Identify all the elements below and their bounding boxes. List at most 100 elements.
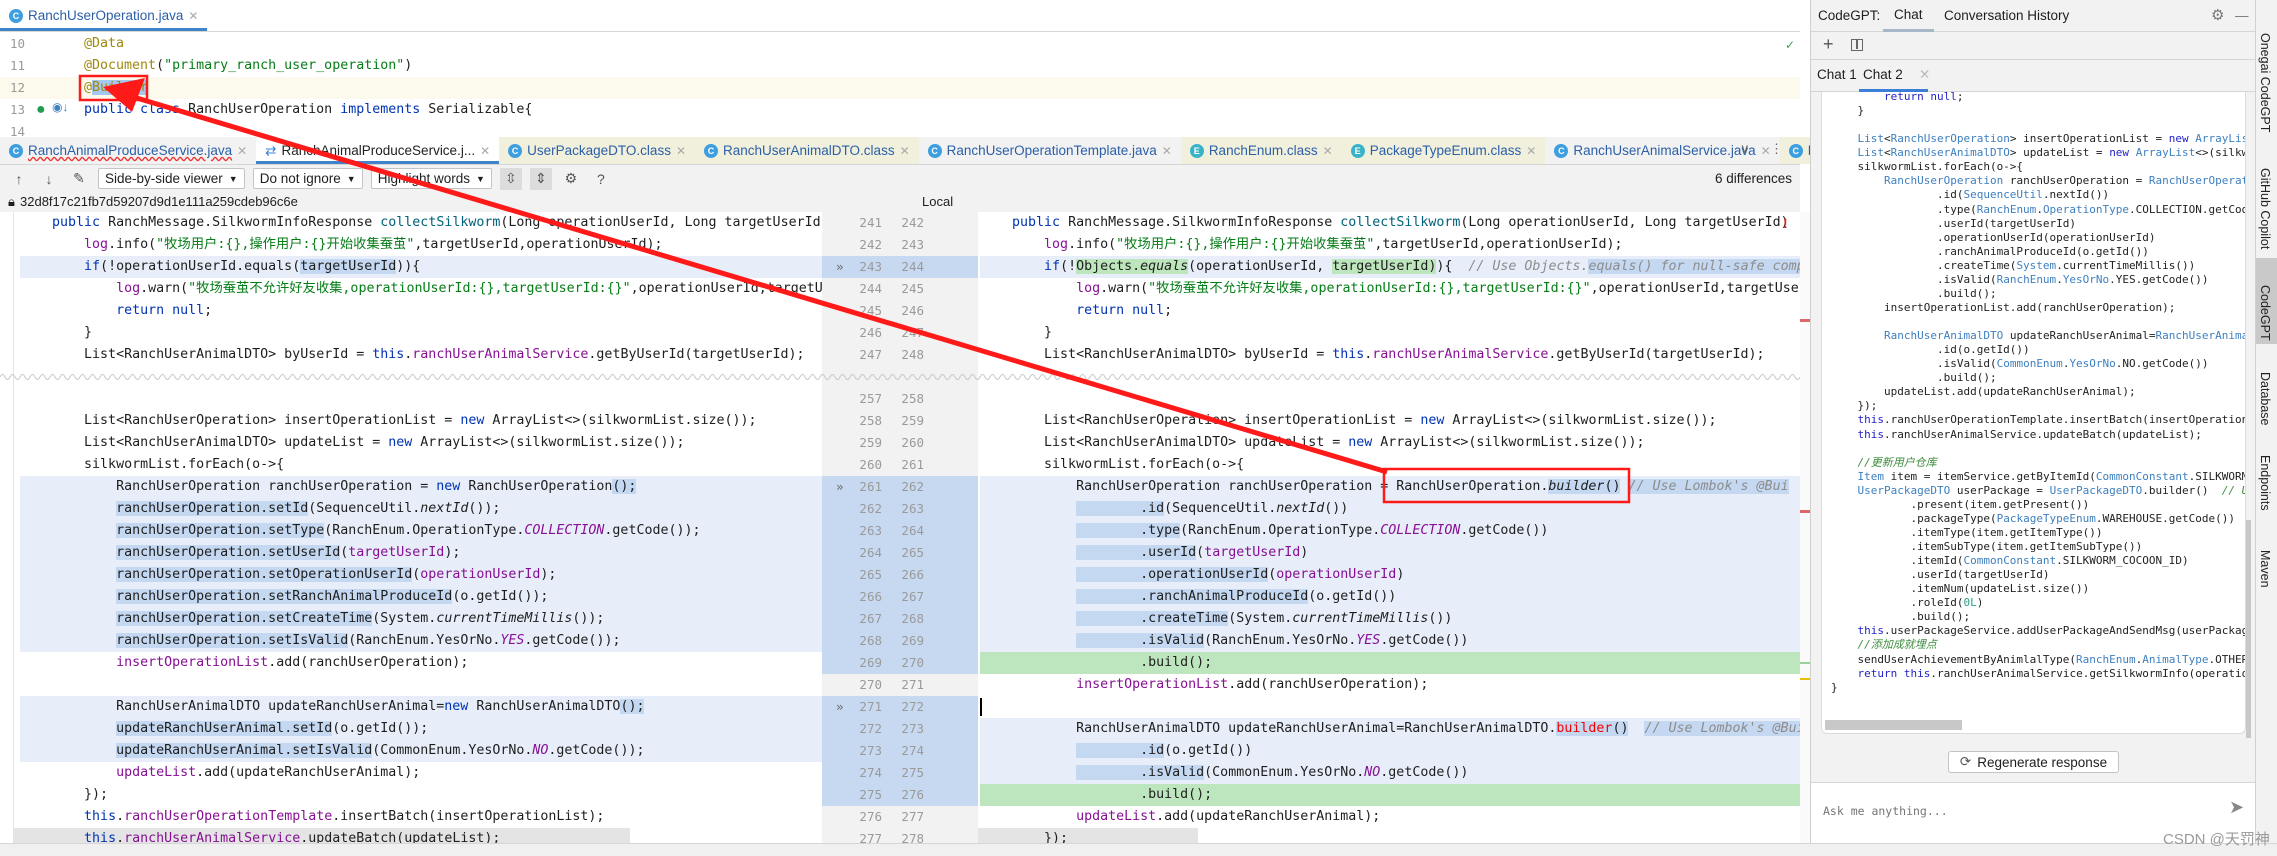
code-line[interactable]: ranchUserOperation.setUserId(targetUserI… (20, 542, 822, 564)
code-line[interactable]: .id(SequenceUtil.nextId()) (980, 498, 1800, 520)
split-view-icon[interactable] (1851, 39, 1863, 51)
code-line[interactable]: if(!operationUserId.equals(targetUserId)… (20, 256, 822, 278)
close-tab-icon[interactable]: ✕ (188, 9, 198, 23)
code-line[interactable]: public class RanchUserOperation implemen… (84, 99, 532, 121)
editor-tab[interactable]: C RanchAnimalProduceService.java ✕ (0, 137, 256, 164)
code-line[interactable]: .type(RanchEnum.OperationType.COLLECTION… (980, 520, 1800, 542)
code-line[interactable]: RanchUserAnimalDTO updateRanchUserAnimal… (20, 696, 822, 718)
settings-gear-icon[interactable]: ⚙ (560, 168, 582, 190)
code-line[interactable]: silkwormList.forEach(o->{ (980, 454, 1800, 476)
code-line[interactable]: insertOperationList.add(ranchUserOperati… (20, 652, 822, 674)
code-line[interactable]: public RanchMessage.SilkwormInfoResponse… (20, 212, 822, 234)
more-icon[interactable]: ⋮ (1770, 141, 1783, 157)
folded-region-separator[interactable] (0, 366, 1800, 388)
chat-input[interactable] (1823, 801, 2203, 821)
code-line[interactable]: log.warn("牧场蚕茧不允许好友收集,operationUserId:{}… (980, 278, 1800, 300)
tab-conversation-history[interactable]: Conversation History (1944, 0, 2069, 32)
right-diff-pane[interactable]: public RanchMessage.SilkwormInfoResponse… (978, 212, 1800, 843)
code-line[interactable] (980, 388, 1800, 410)
code-line[interactable]: List<RanchUserAnimalDTO> byUserId = this… (20, 344, 822, 366)
code-line[interactable] (20, 388, 822, 410)
code-line[interactable]: }); (20, 784, 822, 806)
editor-tab[interactable]: C UserPackageDTO.class ✕ (499, 137, 696, 164)
editor-tab[interactable]: C RanchUserAnimalDTO.class ✕ (695, 137, 919, 164)
ignore-select[interactable]: Do not ignore ▼ (252, 168, 363, 189)
code-line[interactable]: ranchUserOperation.setIsValid(RanchEnum.… (20, 630, 822, 652)
apply-change-icon[interactable]: » (836, 476, 844, 498)
code-line[interactable] (20, 674, 822, 696)
code-line[interactable]: List<RanchUserAnimalDTO> updateList = ne… (20, 432, 822, 454)
code-line[interactable]: .build(); (980, 784, 1800, 806)
close-tab-icon[interactable]: ✕ (676, 144, 686, 158)
code-line[interactable]: ranchUserOperation.setId(SequenceUtil.ne… (20, 498, 822, 520)
help-button[interactable]: ? (590, 168, 612, 190)
code-line[interactable]: List<RanchUserAnimalDTO> byUserId = this… (980, 344, 1800, 366)
session-tab-chat-2[interactable]: Chat 2 (1859, 60, 1928, 92)
editor-tab[interactable]: ⇄ RanchAnimalProduceService.j... ✕ (256, 137, 500, 164)
edit-source-icon[interactable]: ✎ (68, 168, 90, 190)
previous-difference-icon[interactable]: ↑ (8, 168, 30, 190)
close-tab-icon[interactable]: ✕ (1526, 144, 1536, 158)
inspection-ok-icon[interactable]: ✓ (1785, 38, 1795, 52)
code-line[interactable]: @Document("primary_ranch_user_operation"… (84, 55, 412, 77)
code-line[interactable]: .id(o.getId()) (980, 740, 1800, 762)
code-line[interactable]: RanchUserAnimalDTO updateRanchUserAnimal… (980, 718, 1800, 740)
horizontal-scrollbar[interactable] (1825, 720, 1962, 730)
code-line[interactable]: .isValid(RanchEnum.YesOrNo.YES.getCode()… (980, 630, 1800, 652)
close-tab-icon[interactable]: ✕ (480, 144, 490, 158)
code-line[interactable]: } (980, 322, 1800, 344)
editor-tab[interactable]: E RanchEnum.class ✕ (1180, 137, 1342, 164)
tool-maven[interactable]: Maven (2258, 550, 2272, 588)
code-line[interactable]: .operationUserId(operationUserId) (980, 564, 1800, 586)
code-line[interactable]: .build(); (980, 652, 1800, 674)
code-line[interactable]: ranchUserOperation.setType(RanchEnum.Ope… (20, 520, 822, 542)
new-chat-plus-icon[interactable]: + (1823, 34, 1834, 55)
next-difference-icon[interactable]: ↓ (38, 168, 60, 190)
code-line[interactable]: public RanchMessage.SilkwormInfoResponse… (980, 212, 1800, 234)
code-line[interactable]: .userId(targetUserId) (980, 542, 1800, 564)
code-line[interactable]: return null; (980, 300, 1800, 322)
code-line[interactable]: RanchUserOperation ranchUserOperation = … (20, 476, 822, 498)
tool-onegai-codegpt[interactable]: Onegai CodeGPT (2258, 33, 2272, 132)
code-line[interactable]: log.warn("牧场蚕茧不允许好友收集,operationUserId:{}… (20, 278, 822, 300)
code-line[interactable]: @Data (84, 33, 124, 55)
viewer-select[interactable]: Side-by-side viewer ▼ (98, 168, 245, 189)
left-diff-pane[interactable]: public RanchMessage.SilkwormInfoResponse… (14, 212, 822, 843)
code-line[interactable]: RanchUserOperation ranchUserOperation = … (980, 476, 1800, 498)
top-editor[interactable]: 10 @Data 11 @Document("primary_ranch_user_o… (0, 33, 1800, 137)
highlight-select[interactable]: Highlight words ▼ (370, 168, 492, 189)
code-line[interactable]: updateList.add(updateRanchUserAnimal); (980, 806, 1800, 828)
regenerate-response-button[interactable]: ⟳ Regenerate response (1948, 751, 2119, 773)
editor-line[interactable]: 13 public class RanchUserOperation implem… (0, 99, 1800, 121)
apply-change-icon[interactable]: » (836, 696, 844, 718)
tool-codegpt[interactable]: CodeGPT (2258, 285, 2272, 341)
tool-github-copilot[interactable]: GitHub Copilot (2258, 168, 2272, 249)
code-line[interactable]: updateList.add(updateRanchUserAnimal); (20, 762, 822, 784)
close-tab-icon[interactable]: ✕ (900, 144, 910, 158)
code-line[interactable]: .isValid(CommonEnum.YesOrNo.NO.getCode()… (980, 762, 1800, 784)
tab-chat[interactable]: Chat (1883, 0, 1934, 32)
code-line[interactable] (980, 696, 1800, 718)
code-line[interactable]: ranchUserOperation.setOperationUserId(op… (20, 564, 822, 586)
tool-database[interactable]: Database (2258, 372, 2272, 426)
code-line[interactable]: log.info("牧场用户:{},操作用户:{}开始收集蚕茧",targetU… (20, 234, 822, 256)
implements-gutter-icon[interactable]: ◉↓ (52, 100, 68, 114)
close-tab-icon[interactable]: ✕ (1323, 144, 1333, 158)
code-line[interactable]: List<RanchUserOperation> insertOperation… (980, 410, 1800, 432)
code-line[interactable]: log.info("牧场用户:{},操作用户:{}开始收集蚕茧",targetU… (980, 234, 1800, 256)
settings-gear-icon[interactable]: ⚙ (2211, 0, 2224, 32)
code-line[interactable]: List<RanchUserOperation> insertOperation… (20, 410, 822, 432)
code-line[interactable]: return null; (20, 300, 822, 322)
bean-icon[interactable]: ● (36, 101, 46, 119)
editor-line[interactable]: 12 @Builder (0, 77, 1800, 99)
code-line[interactable]: silkwormList.forEach(o->{ (20, 454, 822, 476)
code-line[interactable]: updateRanchUserAnimal.setIsValid(CommonE… (20, 740, 822, 762)
code-line[interactable]: } (20, 322, 822, 344)
session-tab-chat-1[interactable]: Chat 1 (1817, 60, 1857, 90)
code-line[interactable]: List<RanchUserAnimalDTO> updateList = ne… (980, 432, 1800, 454)
editor-line[interactable]: 11 @Document("primary_ranch_user_operatio… (0, 55, 1800, 77)
tab-ranch-user-operation[interactable]: C RanchUserOperation.java ✕ (0, 0, 208, 31)
code-line[interactable]: }); (978, 828, 1800, 843)
collapse-unchanged-icon[interactable]: ⇳ (499, 167, 522, 190)
chevron-down-icon[interactable]: ∨ (1740, 141, 1750, 157)
